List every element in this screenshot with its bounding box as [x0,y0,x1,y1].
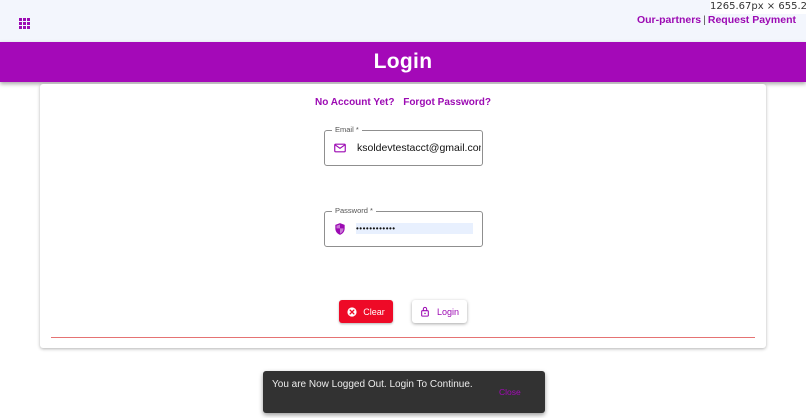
divider [51,337,755,338]
email-label: Email * [332,125,362,135]
request-payment-link[interactable]: Request Payment [708,14,796,26]
password-label: Password * [332,206,376,216]
our-partners-link[interactable]: Our-partners [637,14,701,26]
login-button-label: Login [436,306,460,317]
email-input[interactable] [357,139,481,157]
snackbar: You are Now Logged Out. Login To Continu… [263,371,545,413]
login-card: No Account Yet? Forgot Password? Email *… [40,84,766,348]
account-links: No Account Yet? Forgot Password? [40,97,766,108]
top-links: Our-partners | Request Payment [637,14,796,26]
email-field: Email * [324,125,483,166]
snackbar-close-button[interactable]: Close [499,387,521,397]
title-bar: Login [0,42,806,82]
dimensions-overlay: 1265.67px × 655.28px [710,0,806,14]
no-account-link[interactable]: No Account Yet? [315,97,394,108]
top-bar: Our-partners | Request Payment 1265.67px ×… [0,0,806,42]
clear-button[interactable]: Clear [339,300,393,323]
password-input[interactable] [356,223,473,234]
login-button[interactable]: Login [412,300,467,323]
apps-grid-icon[interactable] [19,18,30,29]
snackbar-message: You are Now Logged Out. Login To Continu… [272,379,473,390]
mail-icon [334,143,346,153]
shield-icon [335,223,345,235]
lock-icon [421,306,429,317]
forgot-password-link[interactable]: Forgot Password? [403,97,491,108]
password-field: Password * [324,206,483,247]
links-separator: | [703,14,706,26]
page-title: Login [373,50,433,73]
cancel-circle-icon [347,306,357,317]
clear-button-label: Clear [363,306,385,317]
